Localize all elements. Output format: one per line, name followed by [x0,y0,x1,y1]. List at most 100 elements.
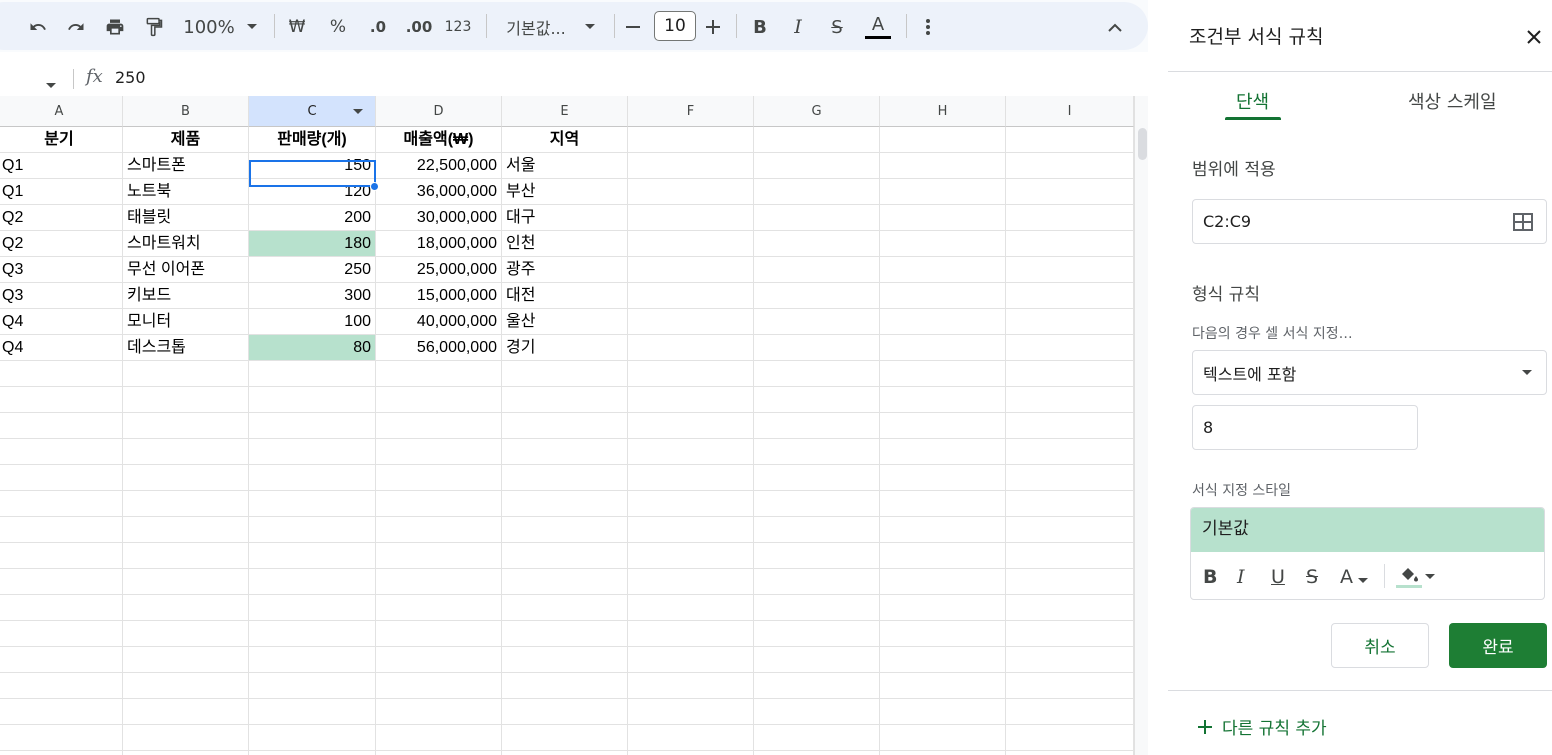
grid-cell[interactable] [376,621,502,647]
grid-cell[interactable] [0,543,123,569]
grid-cell[interactable] [880,231,1006,257]
tab-single-color[interactable]: 단색 [1236,88,1269,114]
grid-cell[interactable]: 80 [249,335,376,361]
column-header-g[interactable]: G [754,96,880,127]
grid-cell[interactable] [376,543,502,569]
grid-cell[interactable]: 매출액(₩) [376,127,502,153]
grid-cell[interactable] [1006,231,1134,257]
grid-cell[interactable] [628,205,754,231]
grid-cell[interactable] [1006,335,1134,361]
column-header-f[interactable]: F [628,96,754,127]
grid-cell[interactable]: 180 [249,231,376,257]
grid-cell[interactable] [502,543,628,569]
grid-cell[interactable]: Q2 [0,231,123,257]
grid-cell[interactable] [880,439,1006,465]
grid-cell[interactable] [376,387,502,413]
grid-cell[interactable] [0,595,123,621]
grid-cell[interactable]: 30,000,000 [376,205,502,231]
grid-cell[interactable] [880,179,1006,205]
grid-cell[interactable]: 150 [249,153,376,179]
grid-cell[interactable] [880,595,1006,621]
grid-cell[interactable] [502,673,628,699]
grid-cell[interactable]: 데스크톱 [123,335,249,361]
grid-cell[interactable] [754,725,880,751]
grid-cell[interactable] [754,751,880,755]
vertical-scrollbar[interactable] [1134,96,1148,755]
range-input[interactable]: C2:C9 [1192,199,1547,244]
grid-cell[interactable] [123,439,249,465]
grid-cell[interactable] [1006,569,1134,595]
column-header-a[interactable]: A [0,96,123,127]
grid-cell[interactable] [502,413,628,439]
grid-cell[interactable]: 태블릿 [123,205,249,231]
grid-cell[interactable] [754,257,880,283]
grid-cell[interactable] [1006,517,1134,543]
grid-cell[interactable] [1006,725,1134,751]
grid-cell[interactable] [880,725,1006,751]
grid-cell[interactable] [249,543,376,569]
grid-cell[interactable] [1006,179,1134,205]
grid-cell[interactable] [754,647,880,673]
grid-cell[interactable]: 부산 [502,179,628,205]
grid-cell[interactable] [754,309,880,335]
grid-cell[interactable] [880,647,1006,673]
condition-value-input[interactable]: 8 [1192,405,1418,450]
style-strikethrough-button[interactable]: S [1306,564,1318,590]
grid-cell[interactable]: 40,000,000 [376,309,502,335]
grid-cell[interactable] [880,517,1006,543]
grid-cell[interactable] [880,751,1006,755]
grid-cell[interactable]: Q2 [0,205,123,231]
grid-cell[interactable] [249,517,376,543]
grid-cell[interactable]: Q1 [0,153,123,179]
grid-cell[interactable]: Q1 [0,179,123,205]
grid-cell[interactable] [123,543,249,569]
grid-cell[interactable] [0,647,123,673]
grid-cell[interactable] [754,205,880,231]
grid-cell[interactable] [628,647,754,673]
grid-cell[interactable] [502,361,628,387]
grid-cell[interactable] [628,725,754,751]
grid-cell[interactable] [754,335,880,361]
style-italic-button[interactable]: I [1237,564,1245,590]
grid-cell[interactable] [376,699,502,725]
grid-cell[interactable] [1006,673,1134,699]
grid-cell[interactable] [502,491,628,517]
grid-cell[interactable] [0,387,123,413]
grid-cell[interactable] [1006,543,1134,569]
grid-cell[interactable] [754,543,880,569]
chevron-down-icon[interactable] [582,13,598,41]
grid-cell[interactable] [880,673,1006,699]
name-box-dropdown-icon[interactable] [46,74,56,93]
style-bold-button[interactable]: B [1203,564,1217,590]
grid-cell[interactable] [880,387,1006,413]
grid-cell[interactable] [754,699,880,725]
spreadsheet-grid[interactable]: A B C D E F G H I 분기 제품 판매량(개) 매출액(₩) 지역 Q1 스마… [0,96,1134,755]
column-header-c[interactable]: C [249,96,376,127]
grid-cell[interactable] [502,595,628,621]
grid-cell[interactable] [249,465,376,491]
paint-format-icon[interactable] [140,13,168,41]
grid-cell[interactable] [502,465,628,491]
grid-cell[interactable] [249,621,376,647]
grid-cell[interactable] [754,231,880,257]
grid-cell[interactable] [628,387,754,413]
grid-cell[interactable] [628,309,754,335]
grid-cell[interactable] [880,699,1006,725]
grid-cell[interactable] [376,569,502,595]
grid-cell[interactable] [754,595,880,621]
fill-color-button[interactable] [1396,564,1435,590]
grid-cell[interactable]: 18,000,000 [376,231,502,257]
collapse-toolbar-icon[interactable] [1104,13,1126,41]
grid-cell[interactable] [376,647,502,673]
grid-cell[interactable] [754,413,880,439]
italic-button[interactable]: I [786,13,810,41]
print-icon[interactable] [101,13,129,41]
grid-cell[interactable] [754,439,880,465]
formula-input[interactable]: 250 [115,68,146,87]
column-header-i[interactable]: I [1006,96,1134,127]
grid-cell[interactable] [754,283,880,309]
currency-format-button[interactable]: ₩ [285,13,309,41]
grid-cell[interactable]: 경기 [502,335,628,361]
grid-cell[interactable] [249,595,376,621]
grid-cell[interactable]: Q4 [0,335,123,361]
